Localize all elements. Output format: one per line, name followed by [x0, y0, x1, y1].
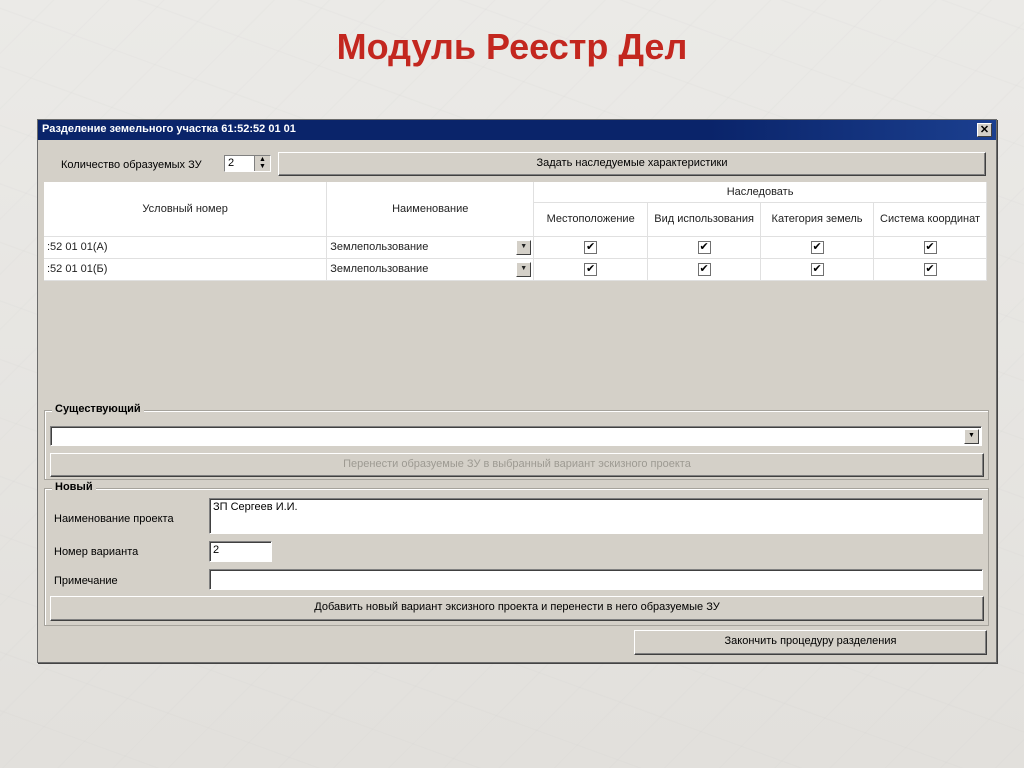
header-name: Наименование: [326, 182, 535, 237]
cell-location[interactable]: ✔: [533, 236, 649, 259]
table-row[interactable]: :52 01 01(А) Землепользование ▼ ✔ ✔ ✔ ✔: [44, 236, 987, 259]
checkbox-coord-system[interactable]: ✔: [923, 262, 937, 276]
close-icon: ✕: [979, 124, 990, 136]
split-parcel-dialog: Разделение земельного участка 61:52:52 0…: [37, 119, 997, 663]
checkbox-location[interactable]: ✔: [584, 262, 598, 276]
existing-group-title: Существующий: [52, 403, 144, 415]
parcels-table: Условный номер Наименование Наследовать …: [44, 182, 987, 281]
cell-usage[interactable]: ✔: [647, 258, 762, 281]
note-input[interactable]: [209, 569, 983, 590]
header-coord-system: Система координат: [873, 202, 987, 237]
header-inherit: Наследовать: [533, 182, 987, 203]
chevron-down-icon[interactable]: ▼: [516, 239, 532, 255]
project-name-label: Наименование проекта: [54, 513, 174, 525]
existing-variant-select[interactable]: ▼: [50, 426, 982, 446]
cell-name-value: Землепользование: [330, 241, 429, 253]
header-usage: Вид использования: [647, 202, 762, 237]
variant-number-input[interactable]: 2: [209, 541, 272, 562]
new-group-title: Новый: [52, 481, 96, 493]
count-spinner[interactable]: 2 ▲ ▼: [224, 155, 271, 172]
cell-coord-system[interactable]: ✔: [873, 236, 987, 259]
cell-name-combo[interactable]: Землепользование ▼: [326, 236, 535, 259]
header-land-category: Категория земель: [760, 202, 875, 237]
checkbox-land-category[interactable]: ✔: [810, 262, 824, 276]
spinner-arrows-icon[interactable]: ▲ ▼: [254, 156, 270, 171]
count-value: 2: [228, 157, 235, 169]
project-name-input[interactable]: ЗП Сергеев И.И.: [209, 498, 983, 534]
add-new-variant-button[interactable]: Добавить новый вариант эксизного проекта…: [50, 596, 984, 621]
header-cond-number: Условный номер: [44, 182, 328, 237]
table-row[interactable]: :52 01 01(Б) Землепользование ▼ ✔ ✔ ✔ ✔: [44, 258, 987, 281]
close-button[interactable]: ✕: [977, 123, 992, 137]
chevron-down-icon[interactable]: ▼: [964, 429, 979, 444]
finish-split-button[interactable]: Закончить процедуру разделения: [634, 630, 987, 655]
transfer-to-variant-button[interactable]: Перенести образуемые ЗУ в выбранный вари…: [50, 453, 984, 477]
cell-cond-number[interactable]: :52 01 01(Б): [44, 258, 328, 281]
checkbox-usage[interactable]: ✔: [697, 240, 711, 254]
dialog-title: Разделение земельного участка 61:52:52 0…: [42, 123, 296, 135]
cell-land-category[interactable]: ✔: [760, 236, 875, 259]
variant-number-label: Номер варианта: [54, 546, 139, 558]
header-location: Местоположение: [533, 202, 649, 237]
cell-cond-number[interactable]: :52 01 01(А): [44, 236, 328, 259]
checkbox-land-category[interactable]: ✔: [810, 240, 824, 254]
count-label: Количество образуемых ЗУ: [61, 159, 202, 171]
cell-land-category[interactable]: ✔: [760, 258, 875, 281]
inherit-characteristics-button[interactable]: Задать наследуемые характеристики: [278, 152, 986, 176]
dialog-titlebar: Разделение земельного участка 61:52:52 0…: [38, 120, 996, 140]
cell-name-combo[interactable]: Землепользование ▼: [326, 258, 535, 281]
checkbox-location[interactable]: ✔: [584, 240, 598, 254]
checkbox-coord-system[interactable]: ✔: [923, 240, 937, 254]
checkbox-usage[interactable]: ✔: [697, 262, 711, 276]
project-name-value: ЗП Сергеев И.И.: [213, 501, 298, 513]
slide-title: Модуль Реестр Дел: [336, 26, 688, 67]
cell-location[interactable]: ✔: [533, 258, 649, 281]
note-label: Примечание: [54, 575, 118, 587]
variant-number-value: 2: [213, 544, 220, 556]
parcels-grid: Условный номер Наименование Наследовать …: [44, 182, 987, 405]
cell-usage[interactable]: ✔: [647, 236, 762, 259]
chevron-down-icon[interactable]: ▼: [516, 261, 532, 277]
cell-name-value: Землепользование: [330, 263, 429, 275]
cell-coord-system[interactable]: ✔: [873, 258, 987, 281]
